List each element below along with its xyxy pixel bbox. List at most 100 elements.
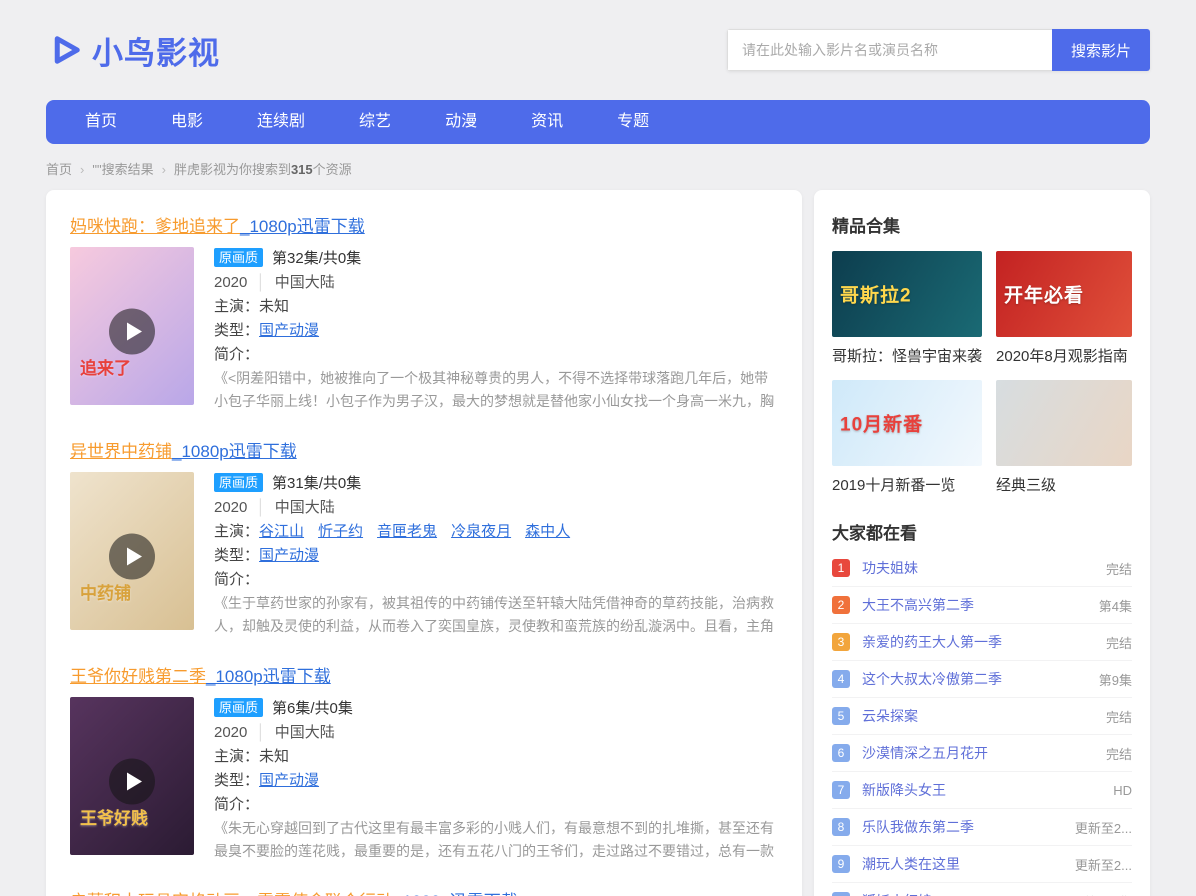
result-description: 《<阴差阳错中，她被推向了一个极其神秘尊贵的男人，不得不选择带球落跑几年后，她带… (214, 367, 778, 413)
rank-list-item[interactable]: 4 这个大叔太冷傲第二季 第9集 (832, 661, 1132, 698)
nav-item[interactable]: 综艺 (332, 100, 418, 144)
collection-poster[interactable] (996, 380, 1132, 466)
star-text: 未知 (259, 298, 289, 315)
collection-poster[interactable]: 10月新番 (832, 380, 982, 466)
rank-list-item[interactable]: 8 乐队我做东第二季 更新至2... (832, 809, 1132, 846)
result-title-link[interactable]: 妈咪快跑：爹地追来了_1080p迅雷下载 (70, 212, 365, 237)
starring-label: 主演： (214, 298, 259, 315)
region: 中国大陆 (275, 724, 335, 741)
collection-poster[interactable]: 开年必看 (996, 251, 1132, 337)
rank-list-item[interactable]: 10 狐妖小红娘 第120集 (832, 883, 1132, 896)
site-logo[interactable]: 小鸟影视 (46, 28, 220, 73)
play-icon[interactable] (109, 534, 155, 580)
result-description: 《生于草药世家的孙家有，被其祖传的中药铺传送至轩辕大陆凭借神奇的草药技能，治病救… (214, 592, 778, 638)
rank-status: 第120集 (1084, 892, 1132, 896)
search-result-item: 妈咪快跑：爹地追来了_1080p迅雷下载 追来了 原画质第32集/共0集 202… (70, 196, 778, 421)
result-title-link[interactable]: 启蒙积木玩具定格动画：雷霆使命联合行动_1080p迅雷下载 (70, 887, 518, 896)
ranking-heading: 大家都在看 (832, 519, 1132, 544)
star-list: 未知 (259, 298, 289, 315)
site-header: 小鸟影视 搜索影片 (0, 0, 1196, 100)
rank-list-item[interactable]: 3 亲爱的药王大人第一季 完结 (832, 624, 1132, 661)
starring-label: 主演： (214, 523, 259, 540)
result-thumbnail[interactable]: 追来了 (70, 247, 194, 405)
result-thumbnail[interactable]: 王爷好贱 (70, 697, 194, 855)
result-thumbnail[interactable]: 中药铺 (70, 472, 194, 630)
rank-title-link[interactable]: 功夫姐妹 (862, 558, 1098, 578)
collection-item[interactable]: 哥斯拉2 哥斯拉：怪兽宇宙来袭 (832, 251, 982, 366)
summary-count: 315 (291, 162, 313, 177)
star-list: 谷江山忻子约音匣老鬼冷泉夜月森中人 (259, 523, 584, 540)
genre-link[interactable]: 国产动漫 (259, 322, 319, 339)
collection-item[interactable]: 10月新番 2019十月新番一览 (832, 380, 982, 495)
rank-title-link[interactable]: 大王不高兴第二季 (862, 595, 1091, 615)
thumbnail-overlay-text: 追来了 (80, 354, 131, 379)
breadcrumb-item[interactable]: 首页 (46, 162, 72, 177)
nav-item[interactable]: 动漫 (418, 100, 504, 144)
rank-title-link[interactable]: 新版降头女王 (862, 780, 1105, 800)
rank-number-badge: 4 (832, 670, 850, 688)
release-year: 2020 (214, 724, 247, 741)
star-link[interactable]: 谷江山 (259, 523, 304, 540)
rank-list-item[interactable]: 7 新版降头女王 HD (832, 772, 1132, 809)
search-button[interactable]: 搜索影片 (1052, 29, 1150, 71)
collections-grid: 哥斯拉2 哥斯拉：怪兽宇宙来袭 开年必看 2020年8月观影指南 10月新番 2… (830, 251, 1134, 495)
rank-status: 完结 (1106, 707, 1132, 726)
result-title-link[interactable]: 异世界中药铺_1080p迅雷下载 (70, 437, 297, 462)
star-link[interactable]: 冷泉夜月 (451, 523, 511, 540)
rank-title-link[interactable]: 潮玩人类在这里 (862, 854, 1067, 874)
rank-title-link[interactable]: 这个大叔太冷傲第二季 (862, 669, 1091, 689)
search-result-item: 启蒙积木玩具定格动画：雷霆使命联合行动_1080p迅雷下载 原画质第5集/共0集 (70, 871, 778, 896)
search-result-item: 异世界中药铺_1080p迅雷下载 中药铺 原画质第31集/共0集 2020│中国… (70, 421, 778, 646)
rank-list-item[interactable]: 2 大王不高兴第二季 第4集 (832, 587, 1132, 624)
summary-prefix: 胖虎影视为你搜索到 (174, 162, 291, 177)
rank-list-item[interactable]: 6 沙漠情深之五月花开 完结 (832, 735, 1132, 772)
nav-item[interactable]: 资讯 (504, 100, 590, 144)
rank-title-link[interactable]: 乐队我做东第二季 (862, 817, 1067, 837)
nav-item[interactable]: 首页 (58, 100, 144, 144)
collection-caption: 2019十月新番一览 (832, 474, 982, 495)
rank-list-item[interactable]: 1 功夫姐妹 完结 (832, 550, 1132, 587)
genre-link[interactable]: 国产动漫 (259, 772, 319, 789)
nav-item[interactable]: 电影 (144, 100, 230, 144)
rank-status: 更新至2... (1075, 818, 1132, 837)
genre-link[interactable]: 国产动漫 (259, 547, 319, 564)
play-icon[interactable] (109, 309, 155, 355)
result-title-link[interactable]: 王爷你好贱第二季_1080p迅雷下载 (70, 662, 331, 687)
separator: │ (256, 499, 265, 516)
rank-number-badge: 8 (832, 818, 850, 836)
search-input[interactable] (727, 29, 1052, 71)
result-title-suffix: _1080p迅雷下载 (393, 892, 518, 896)
release-year: 2020 (214, 499, 247, 516)
star-link[interactable]: 森中人 (525, 523, 570, 540)
region: 中国大陆 (275, 274, 335, 291)
rank-title-link[interactable]: 云朵探案 (862, 706, 1098, 726)
collection-caption: 哥斯拉：怪兽宇宙来袭 (832, 345, 982, 366)
nav-item[interactable]: 连续剧 (230, 100, 332, 144)
result-title-text: 妈咪快跑：爹地追来了 (70, 217, 240, 236)
play-icon[interactable] (109, 759, 155, 805)
summary-suffix: 个资源 (313, 162, 352, 177)
poster-overlay-text: 开年必看 (1004, 281, 1084, 308)
breadcrumb: 首页›""搜索结果›胖虎影视为你搜索到315个资源 (46, 159, 1150, 178)
collection-item[interactable]: 经典三级 (996, 380, 1132, 495)
collection-caption: 经典三级 (996, 474, 1132, 495)
collection-item[interactable]: 开年必看 2020年8月观影指南 (996, 251, 1132, 366)
result-meta: 原画质第6集/共0集 2020│中国大陆 主演：未知 类型：国产动漫 简介： 《… (214, 697, 778, 863)
rank-title-link[interactable]: 沙漠情深之五月花开 (862, 743, 1098, 763)
rank-title-link[interactable]: 狐妖小红娘 (862, 891, 1076, 896)
rank-list-item[interactable]: 5 云朵探案 完结 (832, 698, 1132, 735)
rank-status: HD (1113, 783, 1132, 798)
result-title-text: 王爷你好贱第二季 (70, 667, 206, 686)
star-link[interactable]: 忻子约 (318, 523, 363, 540)
breadcrumb-separator: › (80, 162, 84, 177)
rank-number-badge: 5 (832, 707, 850, 725)
nav-item[interactable]: 专题 (590, 100, 676, 144)
star-link[interactable]: 音匣老鬼 (377, 523, 437, 540)
collection-poster[interactable]: 哥斯拉2 (832, 251, 982, 337)
rank-number-badge: 2 (832, 596, 850, 614)
genre-label: 类型： (214, 547, 259, 564)
star-text: 未知 (259, 748, 289, 765)
rank-title-link[interactable]: 亲爱的药王大人第一季 (862, 632, 1098, 652)
collections-heading: 精品合集 (832, 212, 1132, 237)
rank-list-item[interactable]: 9 潮玩人类在这里 更新至2... (832, 846, 1132, 883)
